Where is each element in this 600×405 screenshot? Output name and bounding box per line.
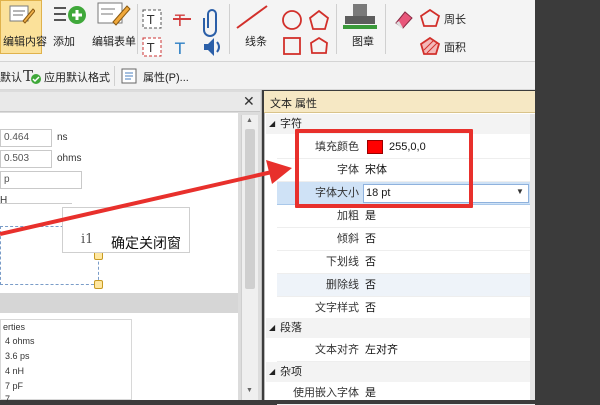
- dropdown-icon[interactable]: ▼: [516, 187, 524, 196]
- document-page-lower: erties 4 ohms 3.6 ps 4 nH 7 pF 7: [0, 313, 238, 404]
- list-item: 4 ohms: [5, 336, 35, 346]
- property-row-underline[interactable]: 下划线 否: [277, 251, 535, 274]
- collapse-icon[interactable]: ◢: [269, 114, 275, 134]
- set-default-button[interactable]: 默认: [0, 69, 22, 85]
- properties-scrollbar[interactable]: [530, 114, 535, 400]
- eraser-icon: [395, 11, 413, 29]
- property-value[interactable]: 左对齐: [365, 339, 398, 362]
- svg-text:T: T: [174, 11, 185, 30]
- background-window: [535, 0, 600, 400]
- svg-text:T: T: [146, 41, 155, 55]
- page-gap: [0, 293, 238, 313]
- text-tools-icon: T T: [142, 9, 162, 57]
- property-label: 使用嵌入字体: [293, 387, 359, 399]
- line-tool-icon: [236, 5, 268, 29]
- value-field-1[interactable]: 0.464: [0, 129, 52, 147]
- property-row-embed-font[interactable]: 使用嵌入字体 是: [277, 382, 535, 405]
- edit-content-icon: [9, 5, 35, 24]
- properties-header: 文本 属性: [264, 91, 535, 113]
- unit-label-1: ns: [57, 132, 68, 143]
- add-label[interactable]: 添加: [53, 33, 75, 49]
- edit-form-label[interactable]: 编辑表单: [92, 33, 136, 49]
- add-icon: [54, 6, 86, 24]
- ribbon: 编辑内容 添加 编辑表单 T T T T 线条 图章 周长 面积: [0, 0, 535, 62]
- property-row-italic[interactable]: 倾斜 否: [277, 228, 535, 251]
- property-label: 文字样式: [315, 302, 359, 314]
- format-toolbar: 默认 T 应用默认格式 属性(P)...: [0, 62, 535, 90]
- property-label: 下划线: [326, 256, 359, 268]
- svg-text:T: T: [23, 67, 33, 85]
- property-value[interactable]: 否: [365, 251, 376, 274]
- list-item: 7: [5, 394, 11, 404]
- property-value[interactable]: 是: [365, 205, 376, 228]
- attach-icon: [203, 9, 220, 56]
- scroll-up-icon[interactable]: ▲: [246, 117, 253, 124]
- area-icon: [420, 36, 441, 55]
- property-value[interactable]: 否: [365, 228, 376, 251]
- edit-content-button[interactable]: 编辑内容: [0, 0, 47, 54]
- section-misc[interactable]: ◢ 杂项: [266, 362, 535, 382]
- area-label[interactable]: 面积: [444, 39, 466, 55]
- close-icon[interactable]: ✕: [243, 93, 255, 110]
- property-value[interactable]: 否: [365, 274, 376, 297]
- property-value[interactable]: 是: [365, 382, 376, 405]
- apply-default-button[interactable]: 应用默认格式: [44, 69, 110, 85]
- list-title: erties: [3, 322, 26, 332]
- property-row-bold[interactable]: 加粗 是: [277, 205, 535, 228]
- resize-handle[interactable]: [94, 280, 103, 289]
- edit-form-icon: [97, 2, 131, 26]
- properties-title: 文本 属性: [270, 98, 318, 110]
- list-item: 4 nH: [5, 366, 25, 376]
- svg-text:T: T: [174, 39, 185, 58]
- annotation-arrow: [0, 160, 292, 236]
- document-panel-header: ✕: [0, 92, 260, 112]
- properties-button[interactable]: 属性(P)...: [143, 69, 189, 85]
- section-label: 杂项: [280, 366, 302, 378]
- section-paragraph[interactable]: ◢ 段落: [266, 318, 535, 338]
- perimeter-icon: [420, 8, 441, 27]
- apply-default-icon: T: [23, 67, 41, 85]
- text-style-icon: T T: [173, 11, 191, 58]
- shape-tools-icon: [282, 9, 330, 55]
- list-item: 3.6 ps: [5, 351, 30, 361]
- svg-text:T: T: [146, 13, 155, 27]
- section-label: 段落: [280, 322, 302, 334]
- stamp-icon: [343, 4, 377, 29]
- property-label: 删除线: [326, 279, 359, 291]
- property-row-text-style[interactable]: 文字样式 否: [277, 297, 535, 320]
- stamp-label[interactable]: 图章: [352, 33, 374, 49]
- perimeter-label[interactable]: 周长: [444, 11, 466, 27]
- properties-icon: [121, 68, 137, 84]
- collapse-icon[interactable]: ◢: [269, 362, 275, 382]
- collapse-icon[interactable]: ◢: [269, 318, 275, 338]
- lines-label[interactable]: 线条: [245, 33, 267, 49]
- property-value[interactable]: 否: [365, 297, 376, 320]
- highlight-box: [295, 129, 473, 208]
- scroll-down-icon[interactable]: ▼: [246, 387, 253, 394]
- property-label: 文本对齐: [315, 344, 359, 356]
- edit-content-label: 编辑内容: [3, 36, 47, 48]
- property-row-strikethrough[interactable]: 删除线 否: [277, 274, 535, 297]
- list-item: 7 pF: [5, 381, 24, 391]
- properties-list-box: erties 4 ohms 3.6 ps 4 nH 7 pF 7: [0, 319, 132, 404]
- property-row-text-align[interactable]: 文本对齐 左对齐: [277, 339, 535, 362]
